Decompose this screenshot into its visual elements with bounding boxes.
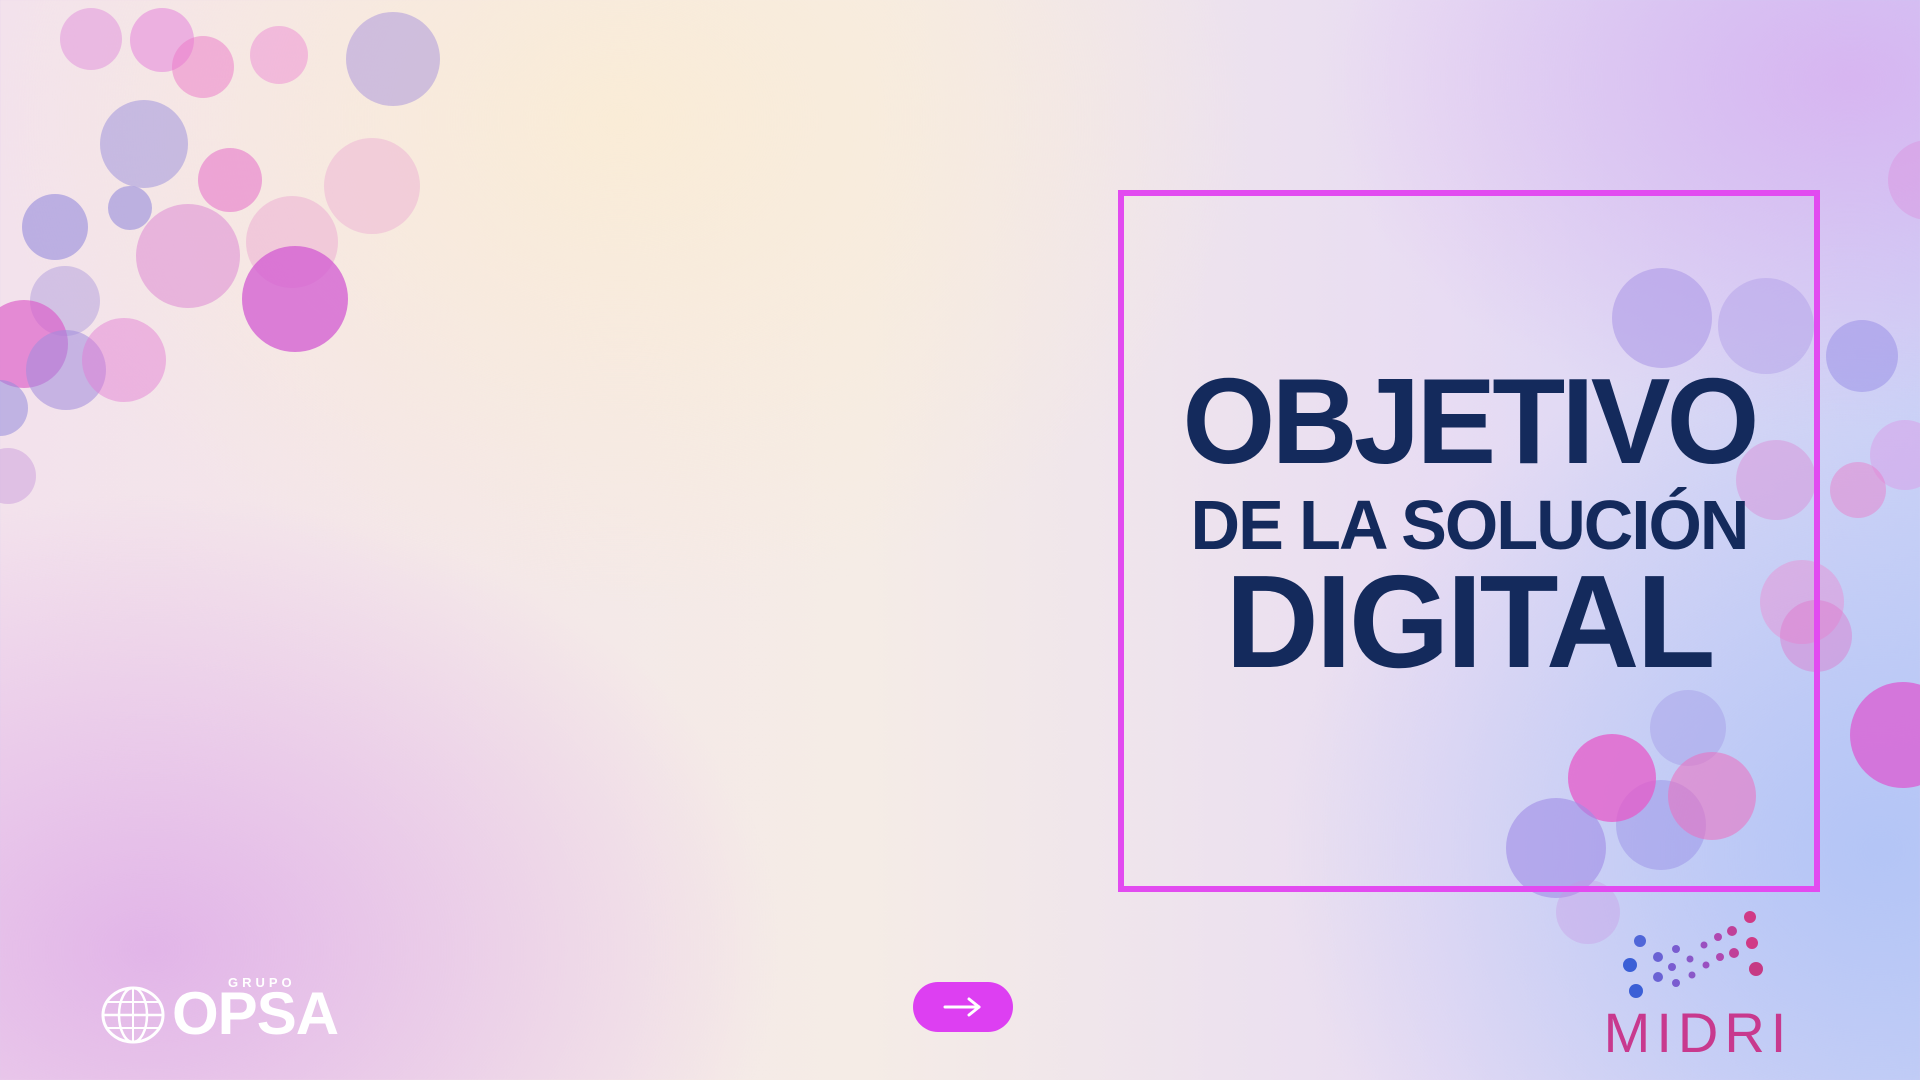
- bubble: [100, 100, 188, 188]
- bubble: [346, 12, 440, 106]
- slide-title: OBJETIVO DE LA SOLUCIÓN DIGITAL: [1118, 360, 1820, 688]
- bubble: [1850, 682, 1920, 788]
- bubble: [1826, 320, 1898, 392]
- title-line-1: OBJETIVO: [1182, 353, 1759, 489]
- bubble: [0, 448, 36, 504]
- globe-icon: [101, 986, 165, 1044]
- bubble: [242, 246, 348, 352]
- bubble: [82, 318, 166, 402]
- grupo-opsa-logo: GRUPO OPSA: [100, 972, 360, 1044]
- bubble: [108, 186, 152, 230]
- midri-wordmark: MIDRI: [1603, 1001, 1793, 1064]
- next-slide-button[interactable]: [913, 982, 1013, 1032]
- arrow-right-icon: [943, 997, 981, 1017]
- bubble: [324, 138, 420, 234]
- bubble: [172, 36, 234, 98]
- bubble: [250, 26, 308, 84]
- midri-logo: MIDRI: [1596, 905, 1800, 1065]
- bubble: [198, 148, 262, 212]
- bubble: [136, 204, 240, 308]
- title-line-3: DIGITAL: [1225, 548, 1715, 695]
- bubble: [1888, 140, 1920, 220]
- bubble: [22, 194, 88, 260]
- bubble: [1830, 462, 1886, 518]
- bubble: [0, 380, 28, 436]
- logo-opsa-text: OPSA: [172, 980, 339, 1047]
- dot-wave-icon: [1623, 911, 1763, 998]
- bubble: [60, 8, 122, 70]
